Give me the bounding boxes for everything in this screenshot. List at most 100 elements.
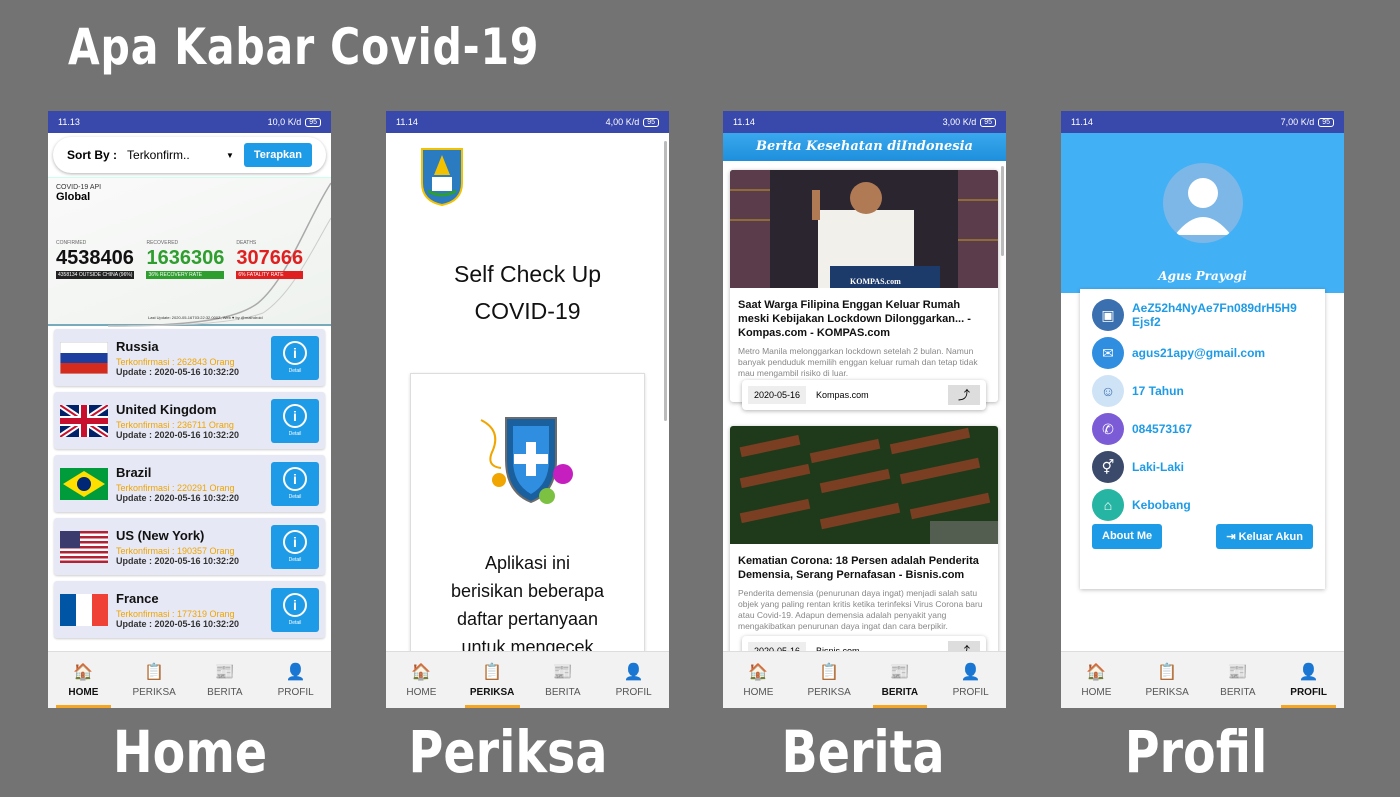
location-icon: ⌂ xyxy=(1092,489,1124,521)
news-date: 2020-05-16 xyxy=(748,386,807,404)
recovered-count: 1636306 xyxy=(146,247,225,269)
nav-profil[interactable]: 👤 PROFIL xyxy=(598,652,669,708)
bottom-nav: 🏠 HOME 📋 PERIKSA 📰 BERITA 👤 PROFIL xyxy=(386,651,669,708)
nav-berita[interactable]: 📰 BERITA xyxy=(528,652,599,708)
profile-card: ▣ AeZ52h4NyAe7Fn089drH5H9 Ejsf2 ✉ agus21… xyxy=(1080,289,1325,589)
nav-berita-label: BERITA xyxy=(881,686,919,698)
nav-home[interactable]: 🏠 HOME xyxy=(48,652,119,708)
detail-button[interactable]: i Detail xyxy=(271,461,319,506)
country-confirmed: Terkonfirmasi : 236711 Orang xyxy=(116,419,234,430)
recovered-tag: 36% RECOVERY RATE xyxy=(146,271,225,279)
nav-home[interactable]: 🏠 HOME xyxy=(1061,652,1132,708)
newspaper-icon: 📰 xyxy=(214,663,235,681)
nav-profil-label: PROFIL xyxy=(615,686,652,698)
intro-text-line: berisikan beberapa xyxy=(450,581,605,601)
nav-profil-label: PROFIL xyxy=(1290,686,1327,698)
list-item[interactable]: Russia Terkonfirmasi : 262843 Orang Update… xyxy=(54,329,325,386)
home-icon: 🏠 xyxy=(411,663,432,681)
detail-button[interactable]: i Detail xyxy=(271,335,319,380)
about-me-button[interactable]: About Me xyxy=(1092,524,1163,549)
confirmed-count: 4538406 xyxy=(56,247,134,269)
intro-text-line: daftar pertanyaan xyxy=(456,609,599,629)
status-time: 11.14 xyxy=(396,117,418,127)
nav-berita-label: BERITA xyxy=(545,686,581,698)
logout-label: Keluar Akun xyxy=(1238,531,1303,543)
detail-button[interactable]: i Detail xyxy=(271,398,319,443)
clipboard-icon: 📋 xyxy=(819,663,840,681)
user-icon: 👤 xyxy=(1298,663,1319,681)
profile-email: agus21apy@gmail.com xyxy=(1132,346,1266,360)
russia-flag-icon xyxy=(60,341,108,374)
news-card[interactable]: KOMPAS.com Saat Warga Filipina Enggan Ke… xyxy=(730,170,998,410)
profile-row-gender: ⚥ Laki-Laki xyxy=(1092,451,1313,483)
status-time: 11.13 xyxy=(58,117,80,127)
deaths-count: 307666 xyxy=(236,247,304,269)
news-card[interactable]: Kematian Corona: 18 Persen adalah Pender… xyxy=(730,426,998,666)
apply-button[interactable]: Terapkan xyxy=(243,143,312,167)
status-bar: 11.14 3,00 K/d 95 xyxy=(723,111,1006,133)
detail-label: Detail xyxy=(288,494,302,500)
detail-button[interactable]: i Detail xyxy=(271,524,319,569)
nav-periksa-label: PERIKSA xyxy=(132,686,176,698)
profile-age: 17 Tahun xyxy=(1132,384,1184,398)
share-icon[interactable]: ⤴ xyxy=(948,385,980,405)
list-item[interactable]: France Terkonfirmasi : 177319 Orang Update… xyxy=(54,581,325,638)
nav-home-label: HOME xyxy=(743,686,774,698)
scrollbar[interactable] xyxy=(1001,166,1004,256)
status-bar: 11.13 10,0 K/d 95 xyxy=(48,111,331,133)
clipboard-icon: 📋 xyxy=(1157,663,1178,681)
deaths-tag: 6% FATALITY RATE xyxy=(236,271,304,279)
nav-home-label: HOME xyxy=(68,686,99,698)
caption-berita: Berita xyxy=(781,718,945,786)
nav-berita[interactable]: 📰 BERITA xyxy=(865,652,936,708)
nav-periksa[interactable]: 📋 PERIKSA xyxy=(119,652,190,708)
news-title[interactable]: Saat Warga Filipina Enggan Keluar Rumah … xyxy=(730,288,998,346)
nav-berita-label: BERITA xyxy=(1220,686,1256,698)
detail-button[interactable]: i Detail xyxy=(271,587,319,632)
age-icon: ☺ xyxy=(1092,375,1124,407)
bottom-nav: 🏠 HOME 📋 PERIKSA 📰 BERITA 👤 PROFIL xyxy=(48,651,331,708)
clipboard-icon: 📋 xyxy=(144,663,165,681)
profile-row-phone: ✆ 084573167 xyxy=(1092,413,1313,445)
caption-profil: Profil xyxy=(1124,718,1268,786)
status-net: 7,00 K/d xyxy=(1280,117,1315,127)
recovered-label: RECOVERED xyxy=(146,240,179,246)
sort-dropdown[interactable]: Terkonfirm.. ▼ xyxy=(127,148,234,162)
logout-button[interactable]: ⇥ Keluar Akun xyxy=(1216,524,1313,549)
nav-berita[interactable]: 📰 BERITA xyxy=(1203,652,1274,708)
news-description: Penderita demensia (penurunan daya ingat… xyxy=(738,588,983,631)
newspaper-icon: 📰 xyxy=(889,663,910,681)
id-card-icon: ▣ xyxy=(1092,299,1124,331)
status-time: 11.14 xyxy=(1071,117,1093,127)
profile-gender: Laki-Laki xyxy=(1132,460,1185,474)
country-update: Update : 2020-05-16 10:32:20 xyxy=(116,555,240,566)
nav-berita[interactable]: 📰 BERITA xyxy=(190,652,261,708)
list-item[interactable]: United Kingdom Terkonfirmasi : 236711 Ora… xyxy=(54,392,325,449)
status-bar: 11.14 4,00 K/d 95 xyxy=(386,111,669,133)
profile-row-location: ⌂ Kebobang xyxy=(1092,489,1313,521)
newspaper-icon: 📰 xyxy=(1227,663,1248,681)
nav-profil[interactable]: 👤 PROFIL xyxy=(260,652,331,708)
nav-periksa[interactable]: 📋 PERIKSA xyxy=(457,652,528,708)
scrollbar[interactable] xyxy=(664,141,667,421)
nav-profil[interactable]: 👤 PROFIL xyxy=(935,652,1006,708)
bottom-nav: 🏠 HOME 📋 PERIKSA 📰 BERITA 👤 PROFIL xyxy=(1061,651,1344,708)
checkup-title-line1: Self Check Up xyxy=(453,261,601,287)
battery-icon: 95 xyxy=(980,117,996,127)
virus-shield-icon xyxy=(480,417,573,504)
profile-row-age: ☺ 17 Tahun xyxy=(1092,375,1313,407)
list-item[interactable]: Brazil Terkonfirmasi : 220291 Orang Update… xyxy=(54,455,325,512)
battery-icon: 95 xyxy=(1318,117,1334,127)
news-title[interactable]: Kematian Corona: 18 Persen adalah Pender… xyxy=(730,544,998,588)
nav-periksa[interactable]: 📋 PERIKSA xyxy=(1132,652,1203,708)
list-item[interactable]: US (New York) Terkonfirmasi : 190357 Oran… xyxy=(54,518,325,575)
country-confirmed: Terkonfirmasi : 190357 Orang xyxy=(116,545,235,556)
nav-periksa[interactable]: 📋 PERIKSA xyxy=(794,652,865,708)
info-icon: i xyxy=(283,530,307,554)
nav-profil[interactable]: 👤 PROFIL xyxy=(1273,652,1344,708)
profile-header: Agus Prayogi xyxy=(1061,133,1344,293)
dropdown-arrow-icon: ▼ xyxy=(225,150,234,160)
confirmed-label: CONFIRMED xyxy=(56,240,87,246)
nav-home[interactable]: 🏠 HOME xyxy=(723,652,794,708)
nav-home[interactable]: 🏠 HOME xyxy=(386,652,457,708)
